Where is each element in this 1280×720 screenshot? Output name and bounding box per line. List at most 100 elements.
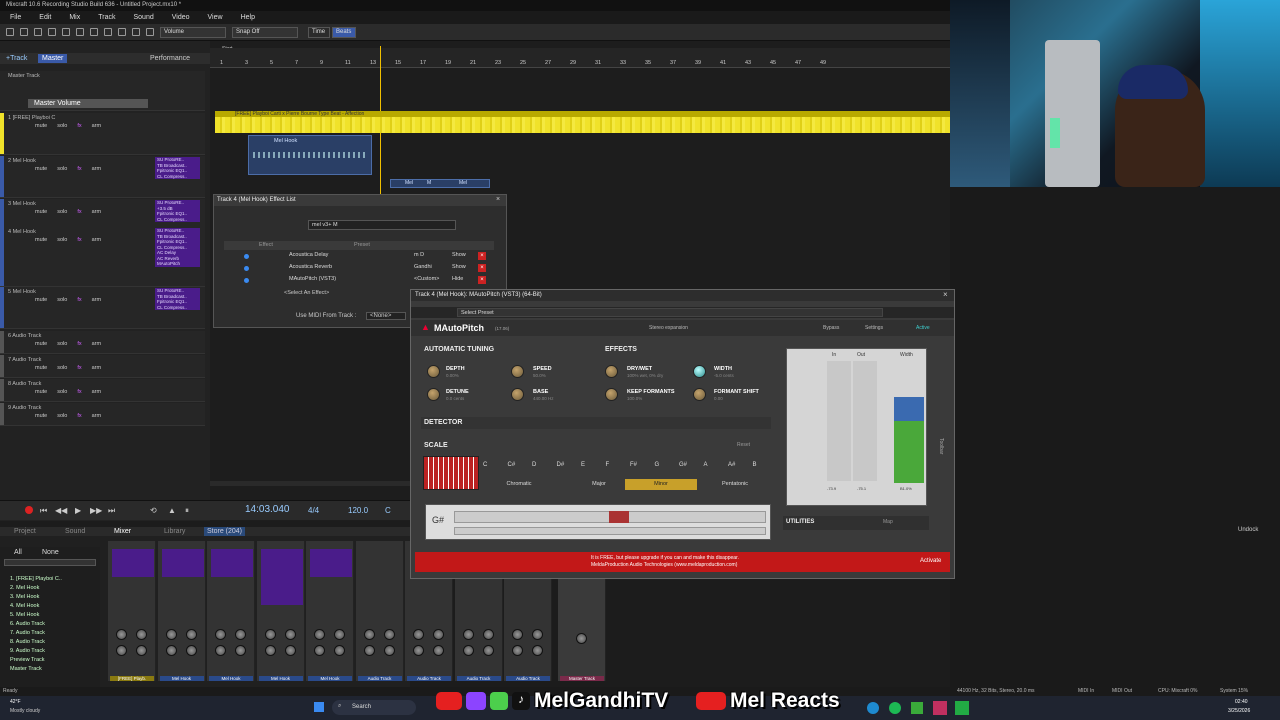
settings-button[interactable]: Settings — [865, 325, 883, 331]
mixer-list-item[interactable]: 7. Audio Track — [10, 629, 62, 638]
add-track-button[interactable]: +Track — [6, 55, 27, 62]
rewind-start-icon[interactable]: ⏮ — [40, 506, 47, 516]
fx-button[interactable]: fx — [77, 166, 81, 172]
undock-button[interactable]: Undock — [1238, 527, 1258, 533]
speed-knob[interactable] — [511, 365, 524, 378]
time-signature[interactable]: 4/4 — [308, 506, 319, 515]
width-knob[interactable] — [693, 365, 706, 378]
close-icon[interactable]: × — [496, 196, 500, 203]
mixer-knob[interactable] — [334, 645, 345, 656]
mixer-knob[interactable] — [235, 629, 246, 640]
track-name[interactable]: 4 Mel Hook — [8, 229, 36, 235]
mute-button[interactable]: mute — [35, 123, 47, 129]
note-button[interactable]: C# — [508, 462, 516, 468]
mixer-list-item[interactable]: 8. Audio Track — [10, 638, 62, 647]
effect-toggle-button[interactable]: Show — [452, 264, 466, 270]
ruler[interactable]: 1 3 5 7 9 11 13 15 17 19 21 23 25 27 29 31 33 35 37 39 41 43 4… — [210, 48, 950, 68]
note-button[interactable]: D — [532, 462, 536, 468]
audio-clip-mel-hook[interactable]: Mel Hook — [248, 135, 372, 175]
mixer-knob[interactable] — [482, 629, 494, 640]
menu-file[interactable]: File — [10, 14, 21, 21]
envelope-tool-icon[interactable] — [146, 28, 154, 36]
depth-knob[interactable] — [427, 365, 440, 378]
piano-keyboard[interactable] — [423, 456, 479, 490]
effect-enabled-icon[interactable] — [244, 278, 249, 283]
record-button[interactable] — [25, 506, 33, 514]
mixer-knob[interactable] — [512, 645, 523, 656]
fx-button[interactable]: fx — [77, 389, 81, 395]
solo-button[interactable]: solo — [57, 413, 67, 419]
snap-select[interactable]: Snap Off — [232, 27, 298, 38]
arm-button[interactable]: arm — [92, 237, 101, 243]
track-name[interactable]: 3 Mel Hook — [8, 201, 36, 207]
spotify-icon[interactable] — [889, 702, 901, 714]
solo-button[interactable]: solo — [57, 365, 67, 371]
solo-button[interactable]: solo — [57, 389, 67, 395]
save-icon[interactable] — [34, 28, 42, 36]
active-button[interactable]: Active — [916, 325, 930, 331]
note-button[interactable]: F — [606, 462, 610, 468]
clock-time[interactable]: 02:40 — [1235, 699, 1248, 705]
fx-slot[interactable]: MAutoPitch — [157, 261, 198, 267]
mute-button[interactable]: mute — [35, 413, 47, 419]
mute-button[interactable]: mute — [35, 237, 47, 243]
mixer-knob[interactable] — [165, 629, 177, 640]
fx-slot[interactable]: CL Compress.. — [157, 305, 198, 311]
solo-button[interactable]: solo — [57, 237, 67, 243]
tempo-display[interactable]: 120.0 — [348, 506, 368, 515]
filter-all-button[interactable]: All — [14, 549, 22, 556]
cut-icon[interactable] — [48, 28, 56, 36]
mixer-knob[interactable] — [136, 629, 147, 640]
fx-button[interactable]: fx — [77, 123, 81, 129]
mixer-list-item[interactable]: Preview Track — [10, 656, 62, 665]
mixer-list-item[interactable]: 1. [FREE] Playboi C.. — [10, 575, 62, 584]
activate-button[interactable]: Activate — [920, 558, 941, 564]
note-button[interactable]: A# — [728, 462, 735, 468]
taskbar-search[interactable]: ⌕ Search — [332, 700, 416, 715]
mixer-knob[interactable] — [215, 629, 226, 640]
mixer-knob[interactable] — [284, 629, 296, 640]
track-name[interactable]: 1 [FREE] Playboi C — [8, 115, 55, 121]
mixer-knob[interactable] — [314, 645, 325, 656]
fx-button[interactable]: fx — [77, 297, 81, 303]
mute-button[interactable]: mute — [35, 389, 47, 395]
weather-desc[interactable]: Mostly cloudy — [10, 708, 40, 714]
track-header[interactable]: 8 Audio Track mute solo fx arm — [0, 379, 205, 402]
mixer-knob[interactable] — [363, 629, 375, 640]
mixer-knob[interactable] — [363, 645, 375, 656]
mute-button[interactable]: mute — [35, 341, 47, 347]
mixer-knob[interactable] — [235, 645, 246, 656]
effect-enabled-icon[interactable] — [244, 266, 249, 271]
map-button[interactable]: Map — [883, 519, 893, 525]
menu-video[interactable]: Video — [172, 14, 190, 21]
track-name[interactable]: 8 Audio Track — [8, 381, 41, 387]
fx-button[interactable]: fx — [77, 341, 81, 347]
rewind-icon[interactable]: ◀◀ — [55, 506, 67, 515]
audio-clip-row3[interactable]: Mel M Mel — [390, 179, 490, 188]
end-icon[interactable]: ⏭ — [108, 506, 115, 516]
mixer-fx-rack[interactable] — [211, 549, 253, 577]
track-header[interactable]: 1 [FREE] Playboi C mute solo fx arm — [0, 113, 205, 155]
arm-button[interactable]: arm — [92, 389, 101, 395]
detune-knob[interactable] — [427, 388, 440, 401]
mixer-knob[interactable] — [264, 645, 276, 656]
mixer-knob[interactable] — [383, 629, 395, 640]
fx-slot[interactable]: CL Compress.. — [157, 217, 198, 223]
effect-preset[interactable]: <Custom> — [414, 276, 439, 282]
keep-formants-knob[interactable] — [605, 388, 618, 401]
open-icon[interactable] — [20, 28, 28, 36]
note-button[interactable]: F# — [630, 462, 637, 468]
fx-slot[interactable]: CL Compress.. — [157, 174, 198, 180]
base-knob[interactable] — [511, 388, 524, 401]
formant-shift-knob[interactable] — [693, 388, 706, 401]
effect-preset-select[interactable]: mel v3+ M — [308, 220, 456, 230]
utilities-section[interactable]: UTILITIES Map — [783, 516, 929, 530]
solo-button[interactable]: solo — [57, 341, 67, 347]
zoom-tool-icon[interactable] — [118, 28, 126, 36]
stereo-expansion-button[interactable]: Stereo expansion — [649, 325, 688, 331]
menu-mix[interactable]: Mix — [69, 14, 80, 21]
mixer-knob[interactable] — [462, 645, 474, 656]
tab-store[interactable]: Store (204) — [204, 527, 246, 536]
track-header[interactable]: 5 Mel Hook mute solo fx arm SU ProtoRE.. TB Br… — [0, 287, 205, 329]
play-icon[interactable]: ▶ — [75, 506, 81, 515]
